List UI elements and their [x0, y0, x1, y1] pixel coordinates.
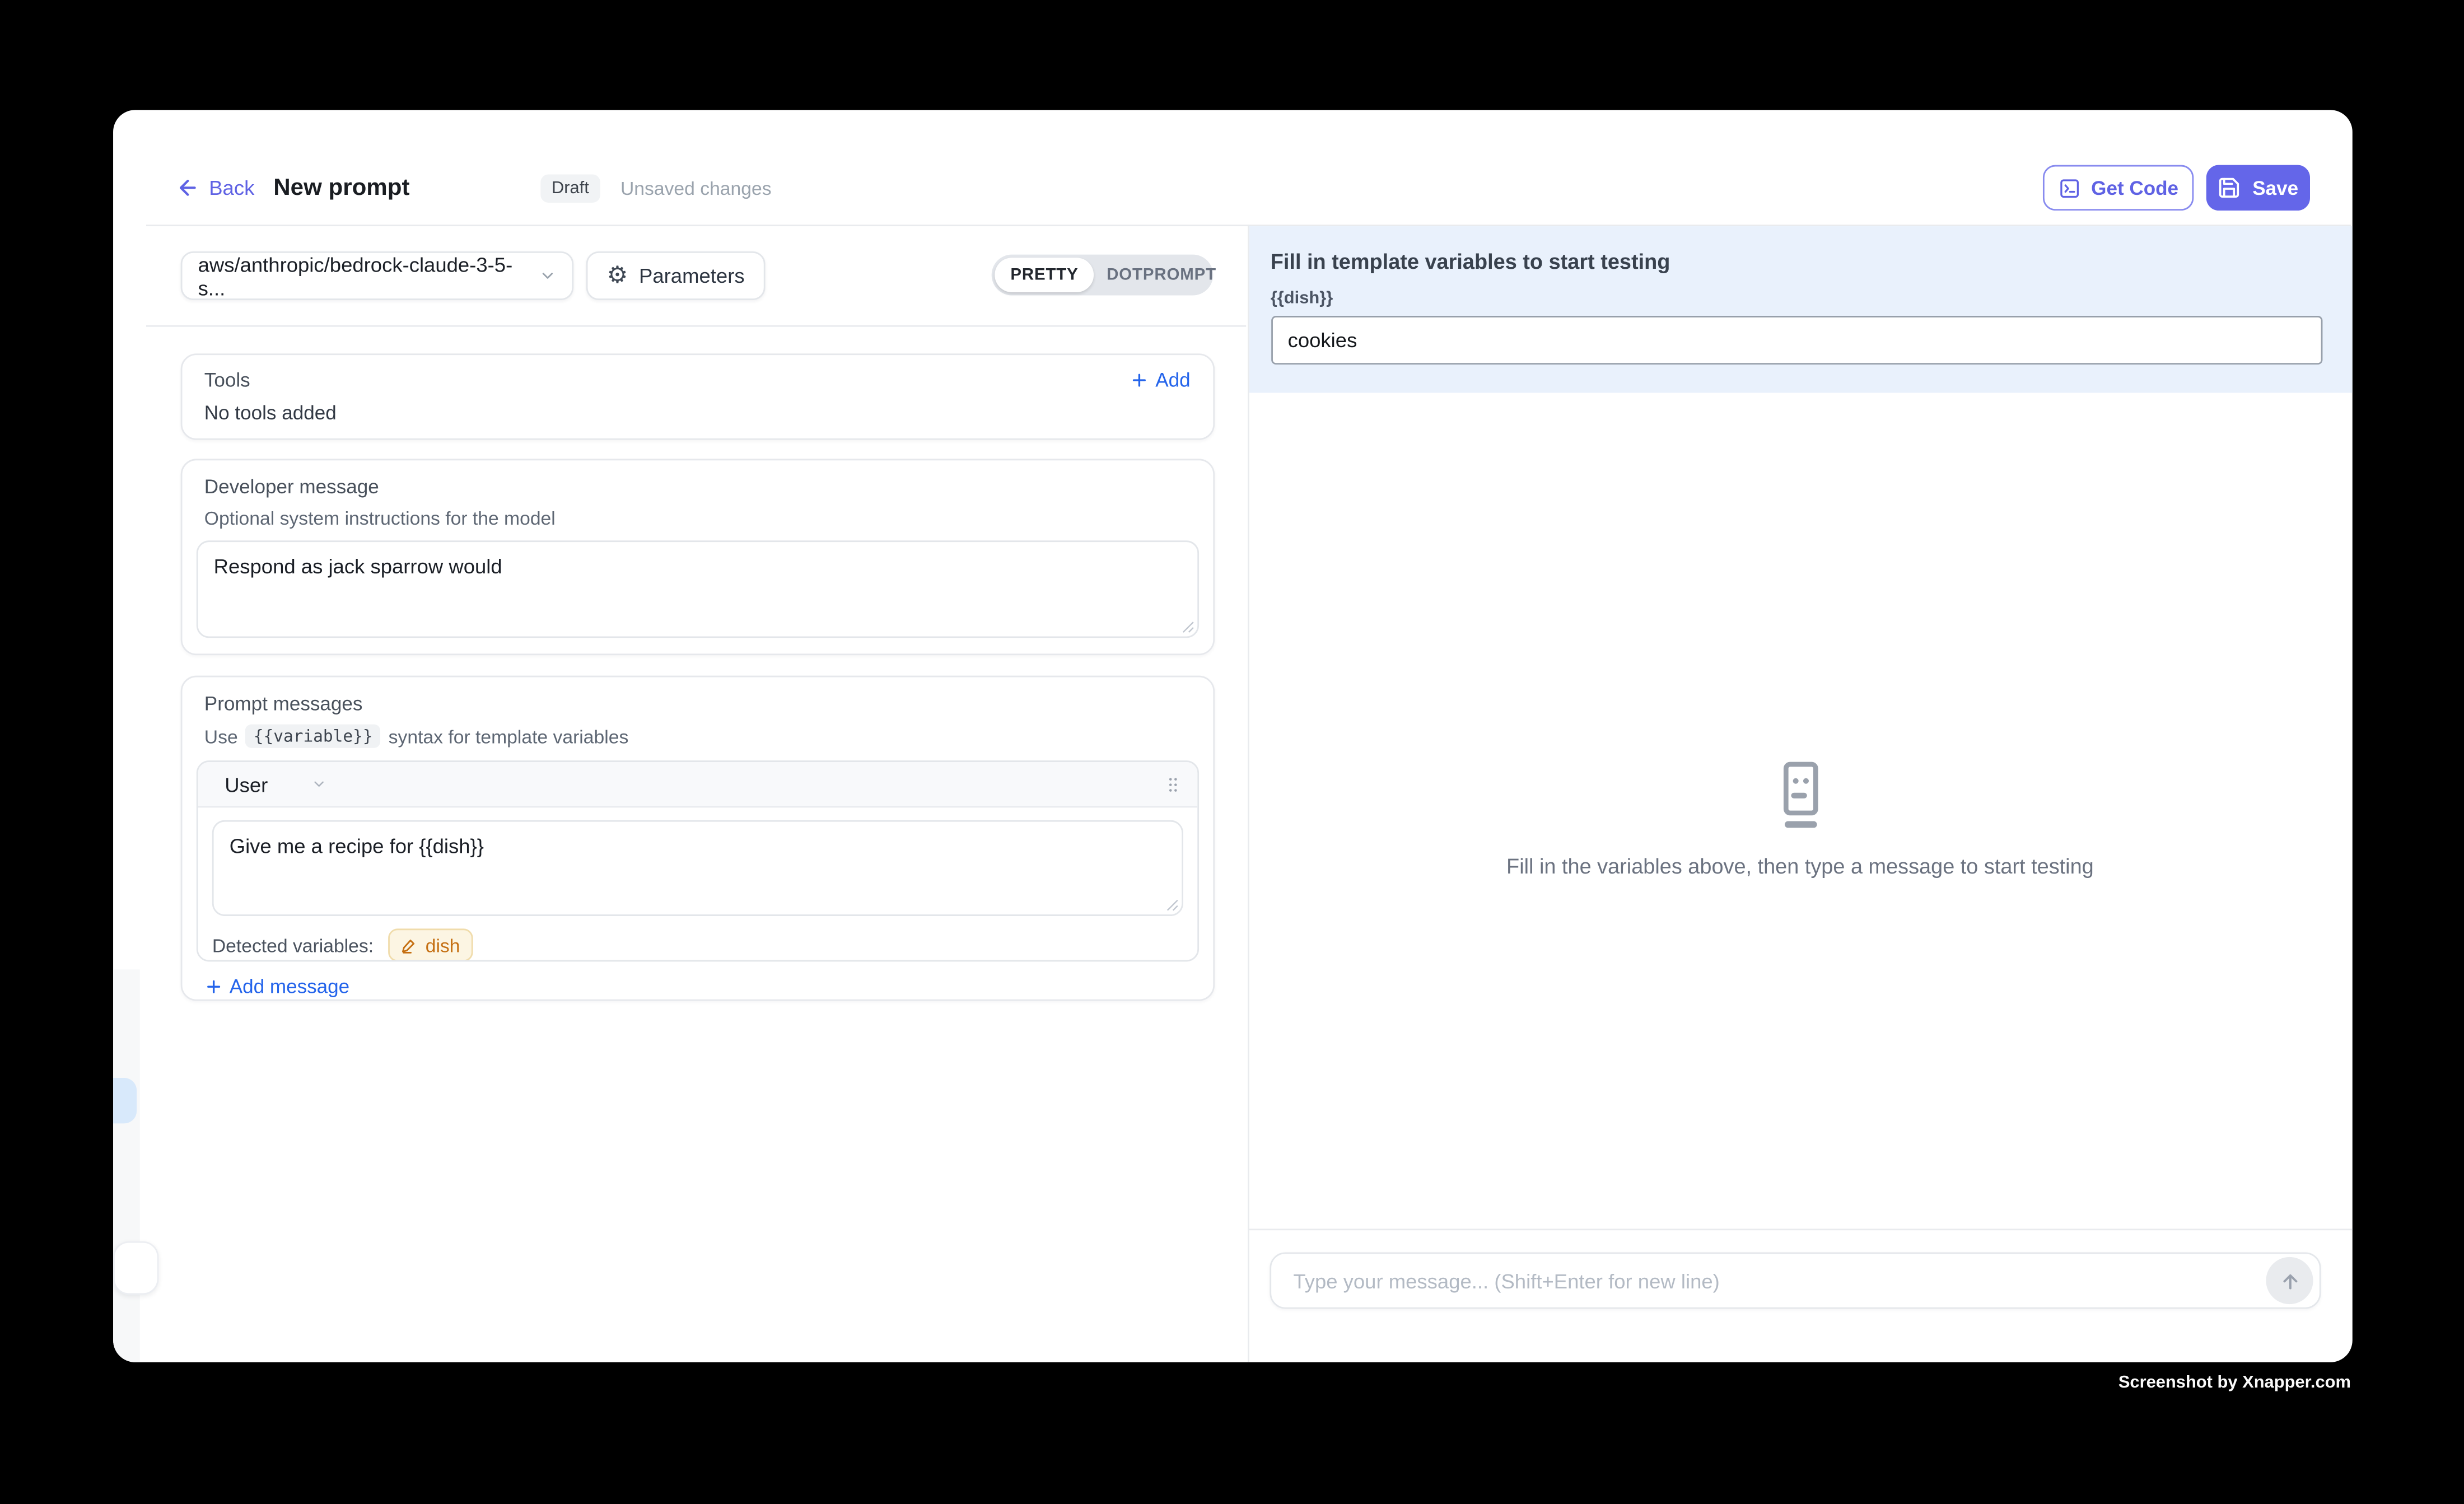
edit-pencil-icon — [400, 936, 418, 954]
developer-message-card: Developer message Optional system instru… — [181, 459, 1214, 655]
save-label: Save — [2252, 177, 2298, 199]
tools-card-title: Tools — [204, 369, 250, 391]
arrow-up-icon — [2278, 1269, 2301, 1292]
save-floppy-icon — [2218, 176, 2242, 199]
screenshot-stage: Back New prompt Draft Unsaved changes Ge… — [0, 0, 2464, 1503]
prompt-messages-card: Prompt messages Use {{variable}} syntax … — [181, 676, 1214, 1001]
developer-card-title: Developer message — [204, 476, 1198, 498]
arrow-left-icon — [176, 176, 199, 199]
get-code-label: Get Code — [2091, 177, 2178, 199]
no-tools-text: No tools added — [204, 402, 1191, 424]
developer-message-textarea[interactable]: Respond as jack sparrow would — [197, 540, 1198, 638]
back-button[interactable]: Back — [176, 176, 254, 199]
model-select[interactable]: aws/anthropic/bedrock-claude-3-5-s... — [181, 251, 574, 300]
back-label: Back — [209, 176, 254, 199]
terminal-code-icon — [2058, 177, 2080, 199]
robot-face-icon — [1248, 760, 2351, 829]
add-tool-button[interactable]: Add — [1130, 369, 1190, 391]
status-group: Draft Unsaved changes — [540, 165, 771, 211]
parameters-label: Parameters — [639, 264, 745, 287]
gear-icon: ⚙ — [607, 264, 628, 287]
role-select-value: User — [225, 772, 268, 796]
empty-state-text: Fill in the variables above, then type a… — [1248, 855, 2351, 879]
partial-sidebar — [113, 969, 139, 1362]
prompt-card-subtitle: Use {{variable}} syntax for template var… — [204, 725, 1198, 748]
parameters-button[interactable]: ⚙ Parameters — [586, 251, 766, 300]
variables-panel: Fill in template variables to start test… — [1248, 226, 2351, 393]
chat-input-divider — [1247, 1229, 2352, 1230]
variable-syntax-chip: {{variable}} — [246, 725, 381, 748]
toggle-pretty[interactable]: PRETTY — [995, 258, 1094, 292]
variable-value-input[interactable] — [1271, 316, 2322, 365]
message-role-bar: User — [198, 762, 1197, 807]
resize-grip-icon[interactable] — [1164, 897, 1178, 911]
add-tool-label: Add — [1155, 369, 1190, 391]
resize-grip-icon[interactable] — [1179, 619, 1193, 633]
unsaved-changes-text: Unsaved changes — [620, 177, 772, 199]
subtitle-suffix: syntax for template variables — [389, 725, 629, 747]
role-select[interactable]: User — [212, 772, 328, 796]
header-left: Back — [176, 165, 254, 211]
chevron-down-icon — [539, 267, 556, 284]
send-button[interactable] — [2266, 1257, 2313, 1304]
tools-card: Tools Add No tools added — [181, 353, 1214, 440]
plus-icon — [204, 977, 223, 996]
view-mode-toggle: PRETTY DOTPROMPT — [992, 255, 1214, 296]
message-block: User Give me a recipe for {{dish}} — [197, 760, 1198, 961]
prompt-card-title: Prompt messages — [204, 693, 1198, 714]
user-message-textarea[interactable]: Give me a recipe for {{dish}} — [212, 820, 1183, 916]
chat-input-bar — [1270, 1252, 2321, 1309]
developer-card-subtitle: Optional system instructions for the mod… — [204, 507, 1198, 529]
app-window: Back New prompt Draft Unsaved changes Ge… — [113, 110, 2351, 1362]
plus-icon — [1130, 371, 1149, 390]
partial-sidebar-active-item[interactable] — [113, 1078, 136, 1123]
subtitle-prefix: Use — [204, 725, 238, 747]
status-badge: Draft — [540, 174, 600, 202]
header-actions: Get Code Save — [2043, 165, 2310, 211]
watermark-text: Screenshot by Xnapper.com — [2118, 1374, 2351, 1393]
partial-sidebar-card — [113, 1241, 158, 1295]
add-message-button[interactable]: Add message — [204, 976, 1198, 998]
toggle-dotprompt[interactable]: DOTPROMPT — [1094, 258, 1229, 292]
variable-chip-dish[interactable]: dish — [388, 928, 473, 961]
get-code-button[interactable]: Get Code — [2043, 165, 2194, 211]
chevron-down-icon — [312, 776, 328, 792]
variables-panel-title: Fill in template variables to start test… — [1271, 250, 2352, 273]
detected-variables-label: Detected variables: — [212, 934, 374, 956]
chat-empty-state: Fill in the variables above, then type a… — [1248, 760, 2351, 878]
model-select-value: aws/anthropic/bedrock-claude-3-5-s... — [198, 252, 539, 299]
chat-message-input[interactable] — [1290, 1267, 2266, 1294]
toolbar-divider — [146, 325, 1246, 327]
drag-handle-icon[interactable] — [1162, 772, 1182, 796]
variable-name-label: {{dish}} — [1271, 289, 2352, 308]
variable-chip-label: dish — [426, 934, 460, 956]
detected-variables-row: Detected variables: dish — [212, 928, 1183, 961]
save-button[interactable]: Save — [2206, 165, 2310, 211]
add-message-label: Add message — [230, 976, 349, 998]
page-title: New prompt — [273, 165, 409, 211]
